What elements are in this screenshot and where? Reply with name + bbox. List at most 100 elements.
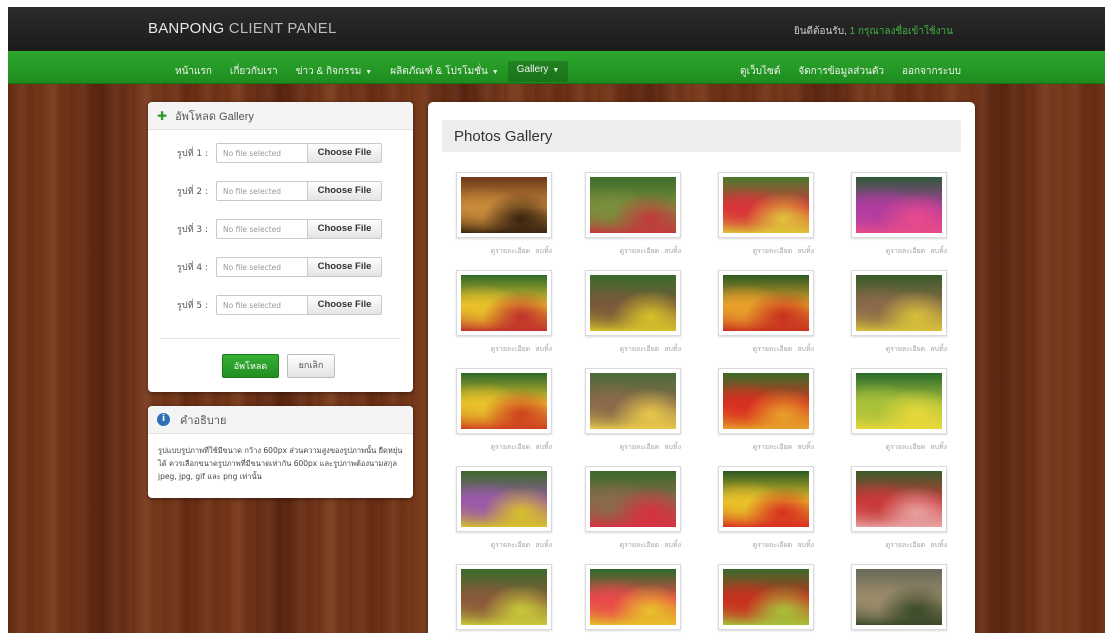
delete-link[interactable]: ลบทิ้ง [797, 540, 814, 551]
photo-image [461, 569, 547, 625]
thumbnail-actions: ดูรายละเอียด ลบทิ้ง [620, 442, 681, 453]
gallery-thumbnail[interactable] [718, 564, 814, 630]
delete-link[interactable]: ลบทิ้ง [930, 540, 947, 551]
nav-right-item-2[interactable]: ออกจากระบบ [893, 61, 970, 82]
divider [160, 338, 401, 339]
gallery-item: ดูรายละเอียด ลบทิ้ง [585, 172, 681, 262]
view-link[interactable]: ดูรายละเอียด [886, 540, 926, 551]
choose-file-button[interactable]: Choose File [307, 220, 381, 238]
file-input[interactable]: No file selected Choose File [216, 143, 382, 163]
nav-item-4[interactable]: Gallery ▼ [507, 61, 569, 82]
gallery-item: ดูรายละเอียด ลบทิ้ง [585, 466, 681, 556]
upload-row: รูปที่ 2 : No file selected Choose File [148, 181, 382, 201]
gallery-thumbnail[interactable] [851, 368, 947, 434]
gallery-thumbnail[interactable] [585, 564, 681, 630]
choose-file-button[interactable]: Choose File [307, 144, 381, 162]
gallery-thumbnail[interactable] [718, 466, 814, 532]
delete-link[interactable]: ลบทิ้ง [930, 442, 947, 453]
choose-file-button[interactable]: Choose File [307, 296, 381, 314]
file-input[interactable]: No file selected Choose File [216, 219, 382, 239]
photo-image [590, 177, 676, 233]
view-link[interactable]: ดูรายละเอียด [886, 344, 926, 355]
file-input[interactable]: No file selected Choose File [216, 295, 382, 315]
choose-file-button[interactable]: Choose File [307, 182, 381, 200]
view-link[interactable]: ดูรายละเอียด [753, 540, 793, 551]
photo-image [461, 275, 547, 331]
gallery-thumbnail[interactable] [585, 466, 681, 532]
gallery-item [456, 564, 552, 633]
user-name-link[interactable]: 1 กรุณาลงชื่อเข้าใช้งาน [850, 26, 953, 37]
gallery-thumbnail[interactable] [456, 270, 552, 336]
gallery-item: ดูรายละเอียด ลบทิ้ง [851, 368, 947, 458]
view-link[interactable]: ดูรายละเอียด [886, 246, 926, 257]
file-input[interactable]: No file selected Choose File [216, 257, 382, 277]
nav-item-1[interactable]: เกี่ยวกับเรา [221, 61, 287, 82]
gallery-thumbnail[interactable] [718, 270, 814, 336]
delete-link[interactable]: ลบทิ้ง [797, 344, 814, 355]
gallery-thumbnail[interactable] [585, 368, 681, 434]
delete-link[interactable]: ลบทิ้ง [930, 246, 947, 257]
delete-link[interactable]: ลบทิ้ง [535, 344, 552, 355]
thumbnail-actions: ดูรายละเอียด ลบทิ้ง [886, 540, 947, 551]
view-link[interactable]: ดูรายละเอียด [753, 442, 793, 453]
view-link[interactable]: ดูรายละเอียด [491, 344, 531, 355]
thumbnail-actions: ดูรายละเอียด ลบทิ้ง [886, 246, 947, 257]
delete-link[interactable]: ลบทิ้ง [664, 442, 681, 453]
delete-link[interactable]: ลบทิ้ง [797, 442, 814, 453]
gallery-item: ดูรายละเอียด ลบทิ้ง [456, 270, 552, 360]
delete-link[interactable]: ลบทิ้ง [664, 344, 681, 355]
delete-link[interactable]: ลบทิ้ง [535, 246, 552, 257]
gallery-thumbnail[interactable] [456, 466, 552, 532]
photo-image [856, 177, 942, 233]
delete-link[interactable]: ลบทิ้ง [930, 344, 947, 355]
upload-button[interactable]: อัพโหลด [222, 354, 279, 378]
main-nav: หน้าแรก เกี่ยวกับเรา ข่าว & กิจกรรม ▼ ผลิตภั… [8, 51, 1105, 84]
gallery-thumbnail[interactable] [851, 270, 947, 336]
nav-item-0[interactable]: หน้าแรก [166, 61, 221, 82]
cancel-button[interactable]: ยกเลิก [287, 354, 335, 378]
upload-panel: ✚ อัพโหลด Gallery รูปที่ 1 : No file sele… [148, 102, 413, 392]
gallery-item: ดูรายละเอียด ลบทิ้ง [456, 172, 552, 262]
gallery-item: ดูรายละเอียด ลบทิ้ง [718, 466, 814, 556]
delete-link[interactable]: ลบทิ้ง [664, 540, 681, 551]
delete-link[interactable]: ลบทิ้ง [535, 442, 552, 453]
view-link[interactable]: ดูรายละเอียด [491, 246, 531, 257]
view-link[interactable]: ดูรายละเอียด [491, 540, 531, 551]
gallery-thumbnail[interactable] [851, 466, 947, 532]
photo-image [461, 177, 547, 233]
gallery-thumbnail[interactable] [456, 368, 552, 434]
gallery-thumbnail[interactable] [851, 172, 947, 238]
brand-logo[interactable]: BANPONG CLIENT PANEL [148, 20, 337, 37]
choose-file-button[interactable]: Choose File [307, 258, 381, 276]
view-link[interactable]: ดูรายละเอียด [620, 344, 660, 355]
view-link[interactable]: ดูรายละเอียด [491, 442, 531, 453]
gallery-title: Photos Gallery [454, 128, 553, 145]
nav-right-item-0[interactable]: ดูเว็บไซต์ [731, 61, 789, 82]
delete-link[interactable]: ลบทิ้ง [664, 246, 681, 257]
view-link[interactable]: ดูรายละเอียด [620, 246, 660, 257]
thumbnail-actions: ดูรายละเอียด ลบทิ้ง [620, 344, 681, 355]
view-link[interactable]: ดูรายละเอียด [620, 442, 660, 453]
upload-panel-header: ✚ อัพโหลด Gallery [148, 102, 413, 130]
gallery-thumbnail[interactable] [456, 172, 552, 238]
delete-link[interactable]: ลบทิ้ง [797, 246, 814, 257]
file-input[interactable]: No file selected Choose File [216, 181, 382, 201]
view-link[interactable]: ดูรายละเอียด [753, 344, 793, 355]
delete-link[interactable]: ลบทิ้ง [535, 540, 552, 551]
gallery-thumbnail[interactable] [718, 172, 814, 238]
gallery-thumbnail[interactable] [718, 368, 814, 434]
gallery-item [851, 564, 947, 633]
view-link[interactable]: ดูรายละเอียด [620, 540, 660, 551]
view-link[interactable]: ดูรายละเอียด [886, 442, 926, 453]
gallery-thumbnail[interactable] [851, 564, 947, 630]
nav-item-3[interactable]: ผลิตภัณฑ์ & โปรโมชั่น ▼ [381, 61, 508, 82]
gallery-item: ดูรายละเอียด ลบทิ้ง [718, 270, 814, 360]
view-link[interactable]: ดูรายละเอียด [753, 246, 793, 257]
nav-right-item-1[interactable]: จัดการข้อมูลส่วนตัว [789, 61, 893, 82]
gallery-thumbnail[interactable] [585, 270, 681, 336]
gallery-thumbnail[interactable] [456, 564, 552, 630]
gallery-thumbnail[interactable] [585, 172, 681, 238]
thumbnail-actions: ดูรายละเอียด ลบทิ้ง [753, 540, 814, 551]
welcome-label: ยินดีต้อนรับ, [793, 26, 847, 37]
nav-item-2[interactable]: ข่าว & กิจกรรม ▼ [287, 61, 382, 82]
